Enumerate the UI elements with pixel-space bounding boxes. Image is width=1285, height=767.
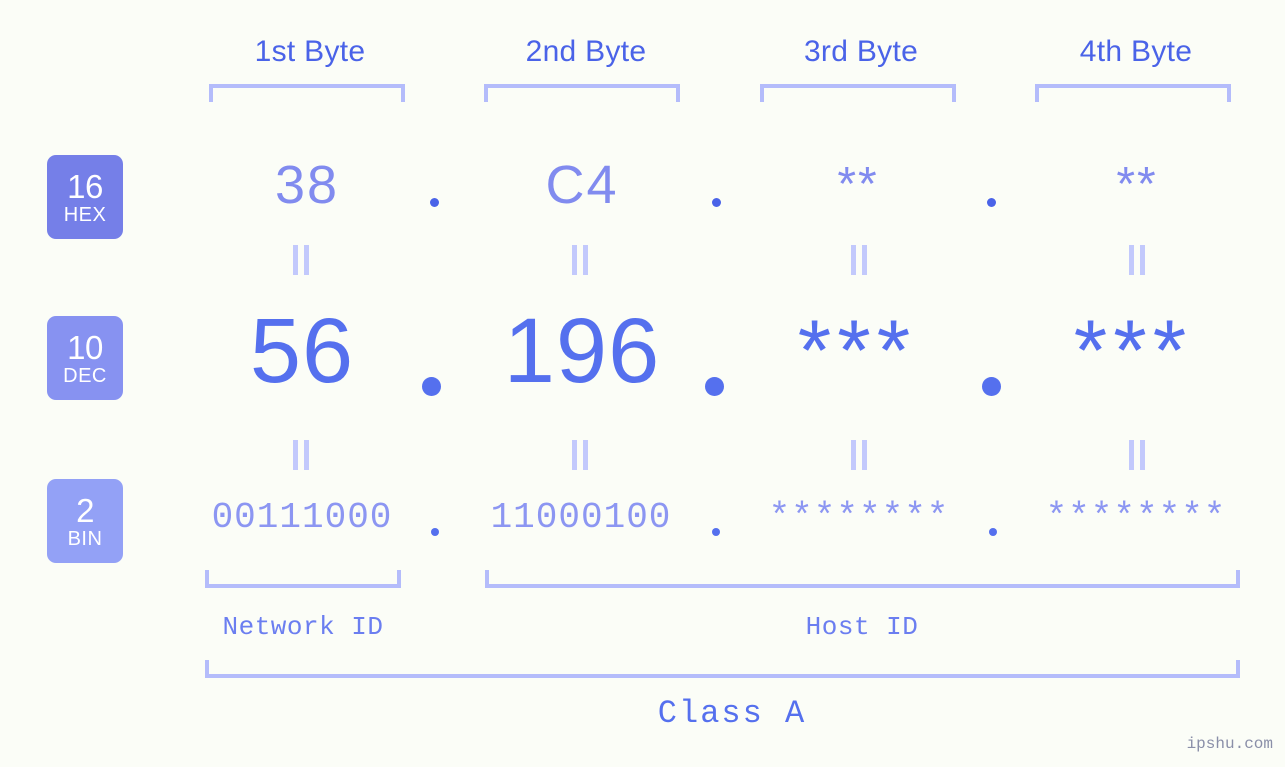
radix-badge-dec-name: DEC <box>63 364 107 387</box>
equivalence-mark-hex-dec-3 <box>850 245 868 275</box>
hex-byte-1: 38 <box>274 155 340 215</box>
bin-byte-3: ******** <box>768 497 950 538</box>
dec-separator-dot-1 <box>422 377 441 396</box>
class-label: Class A <box>657 695 807 732</box>
equivalence-mark-dec-bin-4 <box>1128 440 1146 470</box>
byte-bracket-top-3 <box>760 84 956 102</box>
hex-separator-dot-3 <box>987 198 996 207</box>
byte-header-4: 4th Byte <box>1079 35 1193 68</box>
dec-byte-4: *** <box>1073 303 1193 399</box>
hex-byte-4: ** <box>1116 158 1158 211</box>
bin-separator-dot-1 <box>431 528 439 536</box>
network-id-bracket <box>205 570 401 588</box>
byte-header-1: 1st Byte <box>254 35 366 68</box>
watermark: ipshu.com <box>1186 735 1273 753</box>
hex-byte-2: C4 <box>545 155 619 215</box>
dec-byte-2: 196 <box>503 300 661 402</box>
byte-bracket-top-2 <box>484 84 680 102</box>
bin-byte-1: 00111000 <box>211 497 393 538</box>
radix-badge-bin-number: 2 <box>76 491 94 529</box>
dec-byte-1: 56 <box>249 300 355 402</box>
class-bracket <box>205 660 1240 678</box>
bin-byte-2: 11000100 <box>490 497 672 538</box>
bin-byte-4: ******** <box>1045 497 1227 538</box>
network-id-label: Network ID <box>222 612 384 642</box>
byte-header-3: 3rd Byte <box>803 35 919 68</box>
equivalence-mark-dec-bin-2 <box>571 440 589 470</box>
radix-badge-dec-number: 10 <box>67 328 103 366</box>
byte-bracket-top-1 <box>209 84 405 102</box>
equivalence-mark-hex-dec-2 <box>571 245 589 275</box>
byte-bracket-top-4 <box>1035 84 1231 102</box>
equivalence-mark-dec-bin-3 <box>850 440 868 470</box>
equivalence-mark-hex-dec-1 <box>292 245 310 275</box>
host-id-bracket <box>485 570 1240 588</box>
dec-separator-dot-2 <box>705 377 724 396</box>
byte-header-2: 2nd Byte <box>525 35 647 68</box>
dec-byte-3: *** <box>797 303 917 399</box>
radix-badge-hex: 16 HEX <box>47 155 123 239</box>
radix-badge-bin-name: BIN <box>67 527 103 550</box>
radix-badge-hex-number: 16 <box>67 167 103 205</box>
hex-separator-dot-1 <box>430 198 439 207</box>
bin-separator-dot-2 <box>712 528 720 536</box>
hex-separator-dot-2 <box>712 198 721 207</box>
hex-byte-3: ** <box>837 158 879 211</box>
radix-badge-dec: 10 DEC <box>47 316 123 400</box>
radix-badge-bin: 2 BIN <box>47 479 123 563</box>
ip-address-breakdown-diagram: 1st Byte 2nd Byte 3rd Byte 4th Byte 16 H… <box>0 0 1285 767</box>
dec-separator-dot-3 <box>982 377 1001 396</box>
radix-badge-hex-name: HEX <box>63 203 107 226</box>
equivalence-mark-dec-bin-1 <box>292 440 310 470</box>
equivalence-mark-hex-dec-4 <box>1128 245 1146 275</box>
host-id-label: Host ID <box>805 612 919 642</box>
